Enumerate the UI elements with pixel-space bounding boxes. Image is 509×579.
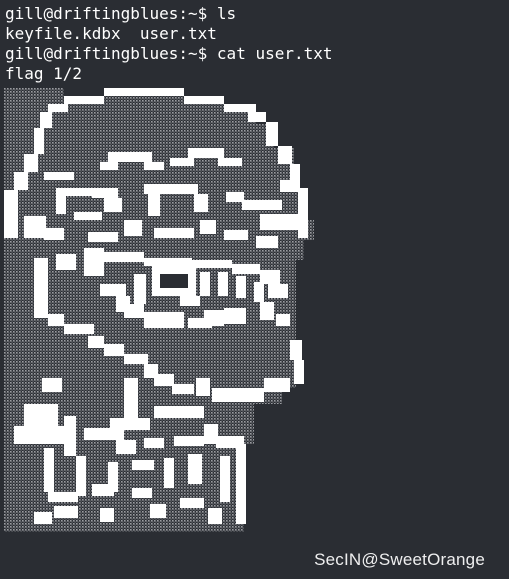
terminal-line-prompt-cat: gill@driftingblues:~$ cat user.txt (5, 44, 333, 63)
terminal-output: gill@driftingblues:~$ ls keyfile.kdbx us… (5, 4, 333, 84)
watermark-text: SecIN@SweetOrange (314, 550, 485, 569)
terminal-line-ls-output: keyfile.kdbx user.txt (5, 24, 217, 43)
ascii-troll-face-art (4, 88, 316, 532)
terminal-line-prompt-ls: gill@driftingblues:~$ ls (5, 4, 237, 23)
terminal-line-flag: flag 1/2 (5, 64, 83, 83)
terminal-window[interactable]: gill@driftingblues:~$ ls keyfile.kdbx us… (0, 0, 509, 579)
